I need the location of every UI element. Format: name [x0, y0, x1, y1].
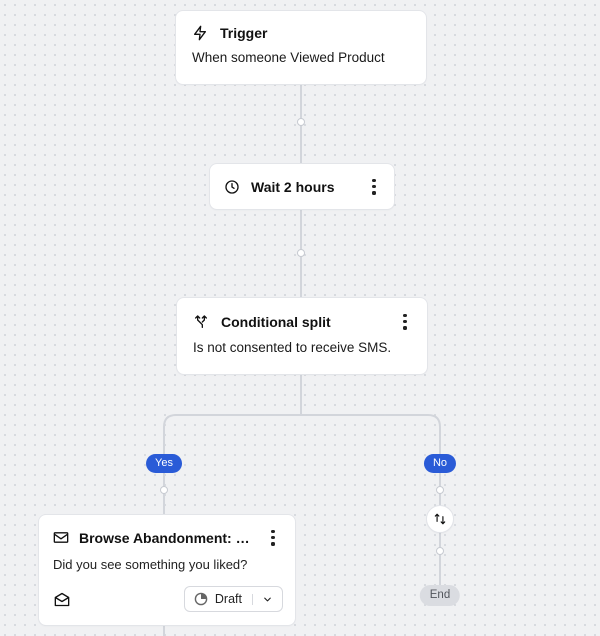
envelope-icon — [53, 531, 69, 544]
branch-no-badge: No — [424, 454, 456, 473]
trigger-title: Trigger — [220, 25, 267, 41]
action-node[interactable] — [426, 505, 454, 533]
conditional-menu-button[interactable] — [395, 312, 415, 331]
connector-split — [152, 399, 452, 479]
end-node: End — [420, 585, 460, 606]
split-icon — [193, 314, 209, 330]
lightning-icon — [192, 25, 208, 41]
email-title: Browse Abandonment: Email... — [79, 530, 253, 546]
trigger-card[interactable]: Trigger When someone Viewed Product — [175, 10, 427, 85]
status-label: Draft — [215, 592, 242, 606]
branch-yes-badge: Yes — [146, 454, 182, 473]
conditional-card[interactable]: Conditional split Is not consented to re… — [176, 297, 428, 375]
email-description: Did you see something you liked? — [53, 557, 283, 572]
status-draft-icon — [194, 592, 208, 606]
connector-node — [436, 547, 444, 555]
wait-label: Wait 2 hours — [251, 179, 364, 195]
envelope-open-icon — [53, 592, 70, 607]
conditional-title: Conditional split — [221, 314, 383, 330]
swap-icon — [433, 512, 447, 526]
wait-card[interactable]: Wait 2 hours — [209, 163, 395, 210]
email-menu-button[interactable] — [263, 528, 283, 547]
conditional-description: Is not consented to receive SMS. — [193, 339, 415, 358]
status-button[interactable]: Draft — [184, 586, 283, 612]
trigger-description: When someone Viewed Product — [192, 49, 410, 68]
clock-icon — [224, 179, 240, 195]
connector-node — [436, 486, 444, 494]
connector-node — [160, 486, 168, 494]
wait-menu-button[interactable] — [364, 177, 384, 196]
connector-node — [297, 118, 305, 126]
connector-node — [297, 249, 305, 257]
chevron-down-icon — [252, 594, 273, 605]
email-card[interactable]: Browse Abandonment: Email... Did you see… — [38, 514, 296, 626]
